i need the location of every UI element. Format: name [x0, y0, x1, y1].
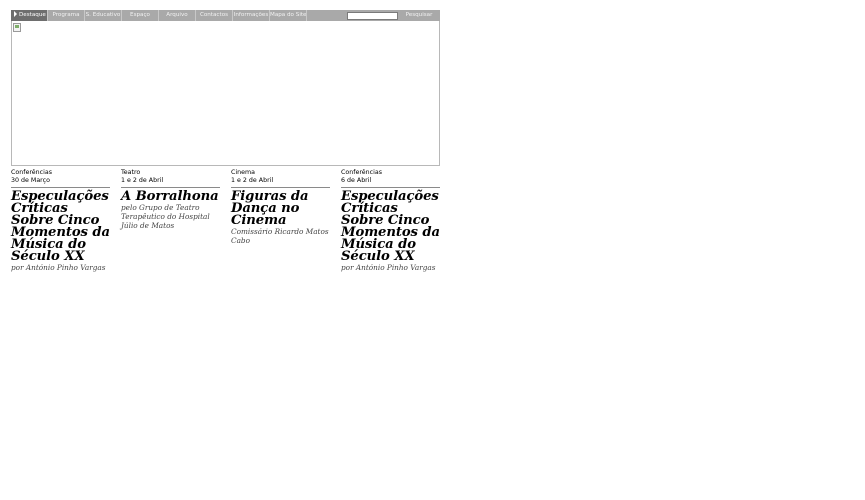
nav-item-arquivo[interactable]: Arquivo	[159, 10, 196, 21]
nav-label: Destaque	[19, 12, 46, 18]
event-card: Teatro 1 e 2 de Abril A Borralhona pelo …	[121, 169, 220, 230]
event-card: Conferências 6 de Abril Especulações Crí…	[341, 169, 440, 272]
event-subtitle: por António Pinho Vargas	[11, 263, 106, 272]
arrow-right-icon	[14, 10, 17, 17]
event-date: 6 de Abril	[341, 176, 372, 184]
nav-item-destaque[interactable]: Destaque	[11, 10, 48, 21]
broken-image-icon	[13, 23, 21, 32]
event-title-link[interactable]: Especulações Críticas Sobre Cinco Moment…	[341, 190, 440, 263]
event-title-link[interactable]: Especulações Críticas Sobre Cinco Moment…	[11, 190, 110, 263]
event-date: 30 de Março	[11, 176, 50, 184]
search-input[interactable]	[347, 12, 398, 20]
main-nav: Destaque Programa S. Educativo Espaço Ar…	[11, 10, 440, 21]
event-date: 1 e 2 de Abril	[121, 176, 164, 184]
page-container: Destaque Programa S. Educativo Espaço Ar…	[11, 10, 440, 166]
nav-item-mapa-do-site[interactable]: Mapa do Site	[270, 10, 307, 21]
nav-item-contactos[interactable]: Contactos	[196, 10, 233, 21]
event-category: Teatro	[121, 169, 141, 176]
divider	[231, 187, 330, 188]
event-subtitle: pelo Grupo de Teatro Terapêutico do Hosp…	[121, 203, 210, 230]
nav-item-espaco[interactable]: Espaço	[122, 10, 159, 21]
event-title-link[interactable]: Figuras da Dança no Cinema	[231, 190, 330, 227]
event-title-link[interactable]: A Borralhona	[121, 190, 220, 203]
nav-item-programa[interactable]: Programa	[48, 10, 85, 21]
event-subtitle: por António Pinho Vargas	[341, 263, 436, 272]
event-subtitle: Comissário Ricardo Matos Cabo	[231, 227, 329, 245]
featured-image-area[interactable]	[11, 21, 440, 166]
nav-item-servico-educativo[interactable]: S. Educativo	[85, 10, 122, 21]
event-category: Cinema	[231, 169, 256, 176]
divider	[341, 187, 440, 188]
event-date: 1 e 2 de Abril	[231, 176, 274, 184]
event-category: Conferências	[341, 169, 382, 176]
event-card: Conferências 30 de Março Especulações Cr…	[11, 169, 110, 272]
divider	[11, 187, 110, 188]
event-card: Cinema 1 e 2 de Abril Figuras da Dança n…	[231, 169, 330, 245]
divider	[121, 187, 220, 188]
event-category: Conferências	[11, 169, 52, 176]
events-row: Conferências 30 de Março Especulações Cr…	[11, 169, 441, 289]
search-button[interactable]: Pesquisar	[404, 10, 434, 21]
nav-item-informacoes[interactable]: Informações	[233, 10, 270, 21]
